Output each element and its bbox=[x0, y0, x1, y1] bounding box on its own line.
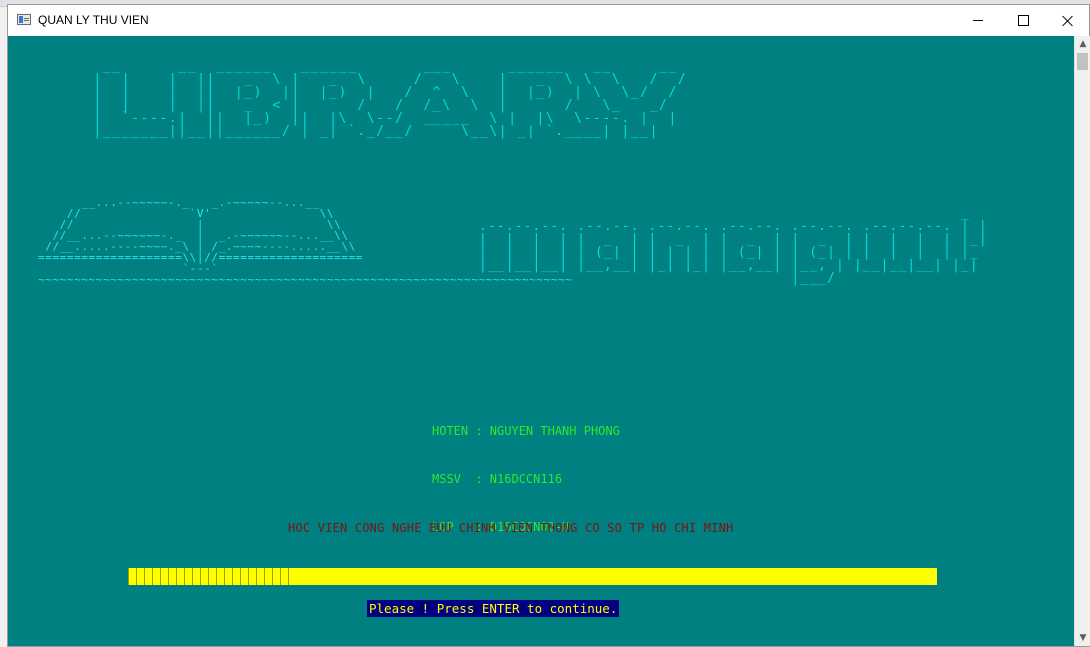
loading-progress-bar bbox=[128, 568, 937, 585]
maximize-icon bbox=[1017, 15, 1029, 26]
minimize-icon bbox=[973, 20, 983, 21]
close-button[interactable] bbox=[1045, 5, 1090, 36]
scroll-up-icon[interactable]: ▲ bbox=[1075, 36, 1090, 52]
loading-progress-fill bbox=[128, 568, 290, 585]
student-name-line: HOTEN : NGUYEN THANH PHONG bbox=[432, 424, 620, 438]
console-area[interactable]: __ __ ______ ______ ___ ______ __ __ | |… bbox=[8, 36, 1074, 646]
window-title: QUAN LY THU VIEN bbox=[38, 13, 149, 27]
student-info: HOTEN : NGUYEN THANH PHONG MSSV : N16DCC… bbox=[432, 391, 620, 567]
minimize-button[interactable] bbox=[955, 5, 1001, 36]
maximize-button[interactable] bbox=[1000, 5, 1046, 36]
title-bar[interactable]: QUAN LY THU VIEN bbox=[8, 5, 1089, 36]
school-name: HOC VIEN CONG NGHE BUU CHINH VIEN THONG … bbox=[288, 521, 734, 535]
close-icon bbox=[1062, 15, 1074, 27]
console-window: QUAN LY THU VIEN __ __ ______ ______ ___… bbox=[7, 4, 1090, 647]
scroll-thumb[interactable] bbox=[1077, 53, 1088, 70]
library-ascii-art: __ __ ______ ______ ___ ______ __ __ | |… bbox=[93, 59, 688, 139]
student-id-line: MSSV : N16DCCN116 bbox=[432, 472, 563, 486]
continue-prompt: Please ! Press ENTER to continue. bbox=[367, 600, 620, 617]
scroll-down-icon[interactable]: ▼ bbox=[1075, 630, 1090, 646]
console-app-icon bbox=[17, 14, 31, 25]
vertical-scrollbar[interactable]: ▲ ▼ bbox=[1074, 36, 1090, 646]
management-ascii-art: _ .--.--.--. .--.--. .--.--. .--.--. .--… bbox=[478, 206, 988, 286]
